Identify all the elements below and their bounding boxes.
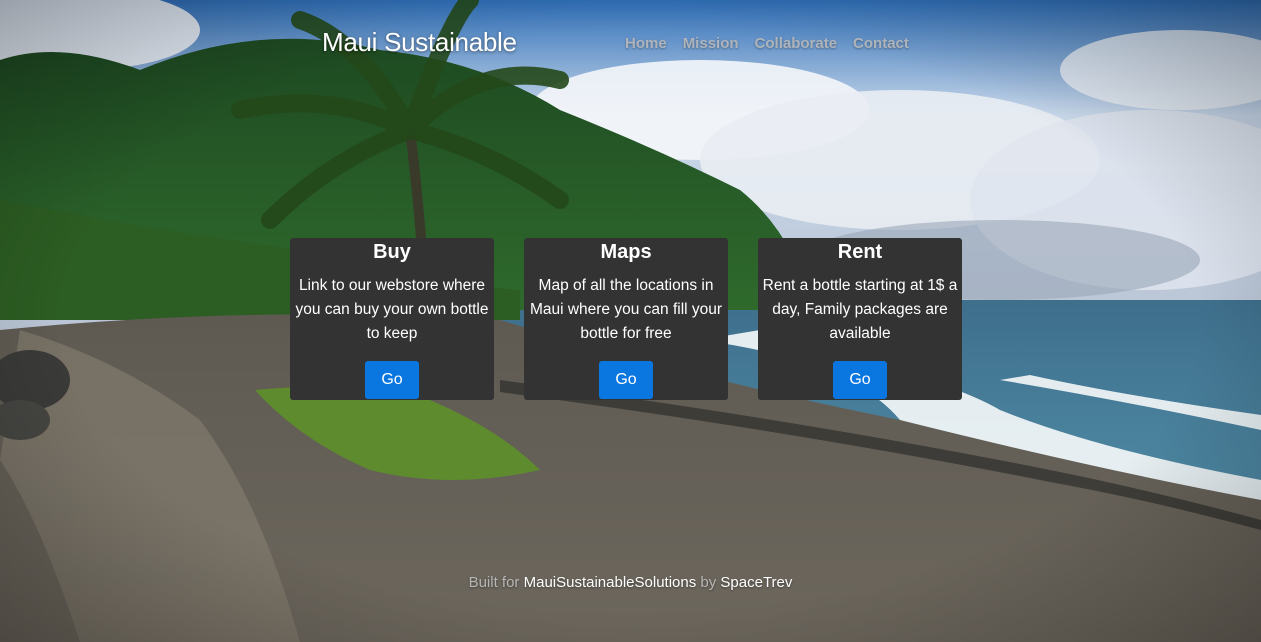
nav-collaborate-link[interactable]: Collaborate (755, 35, 838, 52)
nav-home-link[interactable]: Home (625, 35, 667, 52)
nav-contact-link[interactable]: Contact (853, 35, 909, 52)
brand-title[interactable]: Maui Sustainable (322, 27, 517, 58)
nav-mission-link[interactable]: Mission (683, 35, 739, 52)
footer-by: by (700, 574, 717, 591)
card-title: Rent (837, 241, 883, 263)
buy-go-button[interactable]: Go (365, 361, 419, 399)
card-description: Map of all the locations in Maui where y… (529, 277, 723, 342)
rent-go-button[interactable]: Go (833, 361, 887, 399)
card-rent: Rent Rent a bottle starting at 1$ a day,… (758, 238, 962, 400)
card-title: Buy (373, 241, 411, 263)
card-title: Maps (600, 241, 652, 263)
card-maps: Maps Map of all the locations in Maui wh… (524, 238, 728, 400)
footer-org-link[interactable]: MauiSustainableSolutions (524, 574, 697, 591)
footer-author-link[interactable]: SpaceTrev (720, 574, 792, 591)
card-buy: Buy Link to our webstore where you can b… (290, 238, 494, 400)
footer: Built for MauiSustainableSolutions by Sp… (0, 574, 1261, 591)
footer-prefix: Built for (468, 574, 520, 591)
maps-go-button[interactable]: Go (599, 361, 653, 399)
card-description: Rent a bottle starting at 1$ a day, Fami… (762, 277, 958, 342)
top-nav: Home Mission Collaborate Contact (625, 35, 925, 52)
card-description: Link to our webstore where you can buy y… (295, 277, 489, 342)
